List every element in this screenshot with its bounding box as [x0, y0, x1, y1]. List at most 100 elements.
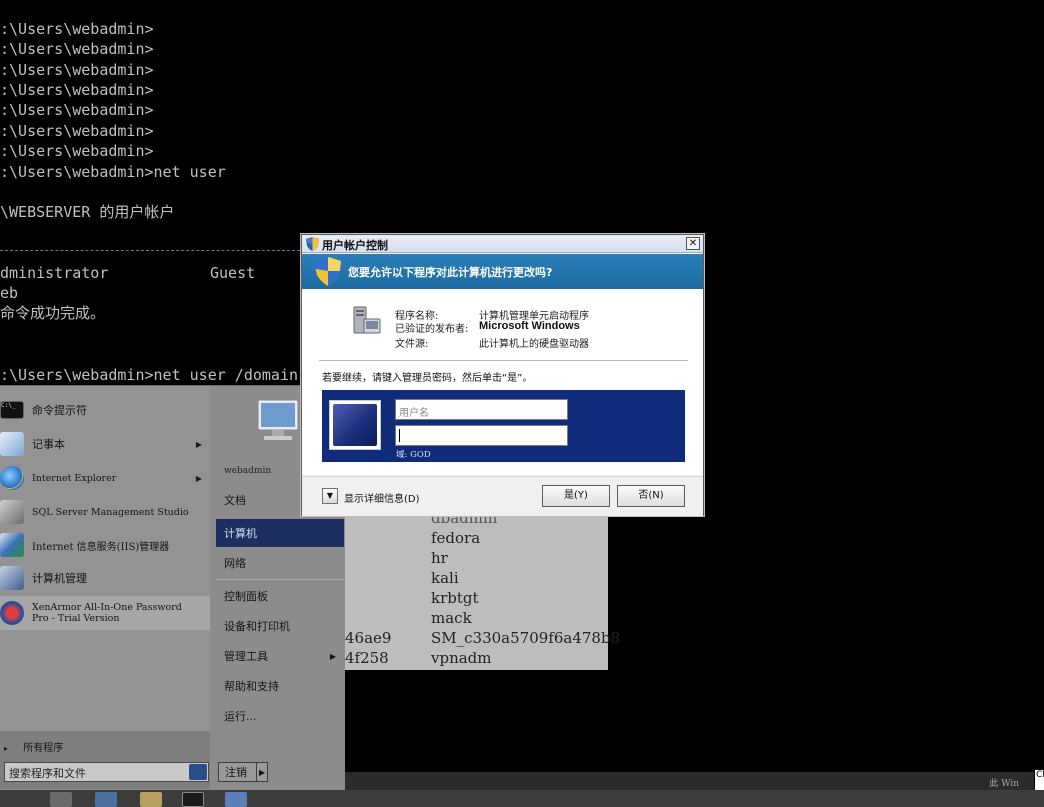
submenu-arrow-icon: ▶ [195, 439, 202, 449]
start-link-label: 帮助和支持 [224, 680, 279, 693]
publisher-value: Microsoft Windows [479, 320, 580, 332]
console-line: :\Users\webadmin> [0, 40, 154, 58]
console-line: :\Users\webadmin> [0, 20, 154, 38]
start-item-internet-explorer[interactable]: Internet Explorer ▶ [0, 462, 210, 494]
start-item-computer-management[interactable]: 计算机管理 [0, 562, 210, 594]
start-link-help-support[interactable]: 帮助和支持 [216, 672, 344, 700]
explorer-icon[interactable] [140, 792, 162, 807]
start-link-admin-tools[interactable]: 管理工具 ▶ [216, 642, 344, 670]
start-link-network[interactable]: 网络 [216, 549, 344, 577]
console-line: :\Users\webadmin> [0, 101, 154, 119]
publisher-label: 已验证的发布者: [395, 324, 469, 335]
iis-icon [0, 533, 24, 557]
console-line: :\Users\webadmin> [0, 81, 154, 99]
start-item-label: Internet Explorer [32, 472, 117, 484]
uac-instruction: 若要继续，请键入管理员密码，然后单击“是”。 [322, 373, 533, 384]
xenarmor-icon [0, 601, 24, 625]
account-name: eb [0, 284, 19, 302]
all-programs-button[interactable]: ▸ 所有程序 [4, 739, 63, 754]
command-success-message: 命令成功完成。 [0, 304, 106, 322]
search-icon[interactable] [189, 764, 207, 780]
uac-dialog: 用户帐户控制 ✕ 您要允许以下程序对此计算机进行更改吗? 程序名称: 计算机管理… [301, 234, 704, 516]
all-programs-arrow-icon: ▸ [4, 744, 9, 753]
user-name[interactable]: webadmin [224, 466, 271, 476]
host-status-box: Cl [1034, 770, 1044, 790]
start-item-label: SQL Server Management Studio [32, 506, 189, 518]
server-manager-icon[interactable] [50, 792, 72, 807]
taskbar [0, 790, 1044, 807]
logoff-label: 注销 [225, 766, 247, 779]
host-status-text: 此 Win [989, 779, 1019, 789]
submenu-arrow-icon: ▶ [195, 473, 202, 483]
ie-icon [0, 466, 24, 490]
computer-management-icon [0, 566, 24, 590]
start-item-label: Internet 信息服务(IIS)管理器 [32, 541, 170, 553]
domain-user: fedora [431, 529, 481, 547]
start-item-label: XenArmor All-In-One Password Pro - Trial… [32, 602, 182, 624]
user-avatar [329, 400, 381, 450]
yes-button[interactable]: 是(Y) [542, 485, 610, 507]
account-name: dministrator [0, 264, 109, 282]
username-field[interactable]: 用户名 [395, 399, 568, 420]
domain-label: 域: GOD [396, 450, 431, 460]
domain-user: SM_c330a5709f6a478b8 [431, 629, 621, 647]
domain-user: 4f258 [345, 649, 389, 667]
computer-monitor-icon [257, 399, 299, 440]
username-placeholder: 用户名 [399, 408, 429, 419]
host-status-bar: 此 Win [345, 772, 1035, 790]
no-button[interactable]: 否(N) [617, 485, 685, 507]
domain-user: krbtgt [431, 589, 479, 607]
start-link-computer[interactable]: 计算机 [216, 519, 344, 547]
uac-titlebar: 用户帐户控制 ✕ [302, 235, 703, 253]
password-field[interactable] [395, 425, 568, 446]
credential-panel: 用户名 域: GOD [322, 390, 685, 462]
account-name: Guest [210, 264, 256, 282]
search-input[interactable]: 搜索程序和文件 [4, 762, 209, 782]
file-source-label: 文件源: [395, 339, 429, 350]
uac-footer: ▼ 显示详细信息(D) 是(Y) 否(N) [302, 476, 703, 516]
domain-user-list: dbadmin fedora hr kali krbtgt mack 46ae9… [345, 508, 620, 670]
start-menu: C:\_ 命令提示符 记事本 ▶ Internet Explorer ▶ SQL… [0, 385, 345, 791]
start-link-label: 文档 [224, 494, 246, 507]
start-link-label: 计算机 [224, 527, 257, 540]
logoff-button[interactable]: 注销 ▶ [218, 762, 268, 782]
chevron-down-icon[interactable]: ▼ [322, 488, 338, 504]
start-link-label: 管理工具 [224, 650, 268, 663]
start-item-command-prompt[interactable]: C:\_ 命令提示符 [0, 394, 210, 426]
start-item-sql-server[interactable]: SQL Server Management Studio [0, 496, 210, 528]
uac-question: 您要允许以下程序对此计算机进行更改吗? [348, 266, 553, 279]
shutdown-options-arrow-icon[interactable]: ▶ [256, 763, 267, 781]
computer-management-icon [353, 306, 381, 334]
search-placeholder: 搜索程序和文件 [9, 767, 86, 780]
domain-user: 46ae9 [345, 629, 392, 647]
computer-management-taskbar-icon[interactable] [225, 792, 247, 807]
start-link-label: 网络 [224, 557, 246, 570]
start-link-control-panel[interactable]: 控制面板 [216, 582, 344, 610]
notepad-icon [0, 432, 24, 456]
accounts-header: \WEBSERVER 的用户帐户 [0, 203, 175, 221]
close-icon[interactable]: ✕ [686, 237, 700, 250]
domain-user: hr [431, 549, 448, 567]
start-item-label: 命令提示符 [32, 404, 87, 417]
start-link-label: 设备和打印机 [224, 620, 290, 633]
start-item-notepad[interactable]: 记事本 ▶ [0, 428, 210, 460]
text-caret [399, 429, 400, 442]
start-item-label: 计算机管理 [32, 572, 87, 585]
console-line: :\Users\webadmin> [0, 122, 154, 140]
start-item-xenarmor[interactable]: XenArmor All-In-One Password Pro - Trial… [0, 596, 210, 630]
console-line: :\Users\webadmin> [0, 61, 154, 79]
domain-user: vpnadm [431, 649, 492, 667]
show-details-label[interactable]: 显示详细信息(D) [344, 490, 420, 505]
uac-shield-icon [315, 257, 341, 286]
powershell-icon[interactable] [95, 792, 117, 807]
cmd-taskbar-icon[interactable] [182, 792, 204, 807]
start-link-run[interactable]: 运行... [216, 702, 344, 730]
uac-body: 程序名称: 计算机管理单元启动程序 已验证的发布者: Microsoft Win… [302, 289, 703, 475]
uac-banner: 您要允许以下程序对此计算机进行更改吗? [302, 254, 703, 289]
uac-title: 用户帐户控制 [322, 239, 388, 252]
console-line: :\Users\webadmin> [0, 142, 154, 160]
submenu-arrow-icon: ▶ [329, 651, 336, 661]
file-source-value: 此计算机上的硬盘驱动器 [479, 339, 589, 350]
start-link-devices-printers[interactable]: 设备和打印机 [216, 612, 344, 640]
start-item-iis-manager[interactable]: Internet 信息服务(IIS)管理器 [0, 529, 210, 561]
